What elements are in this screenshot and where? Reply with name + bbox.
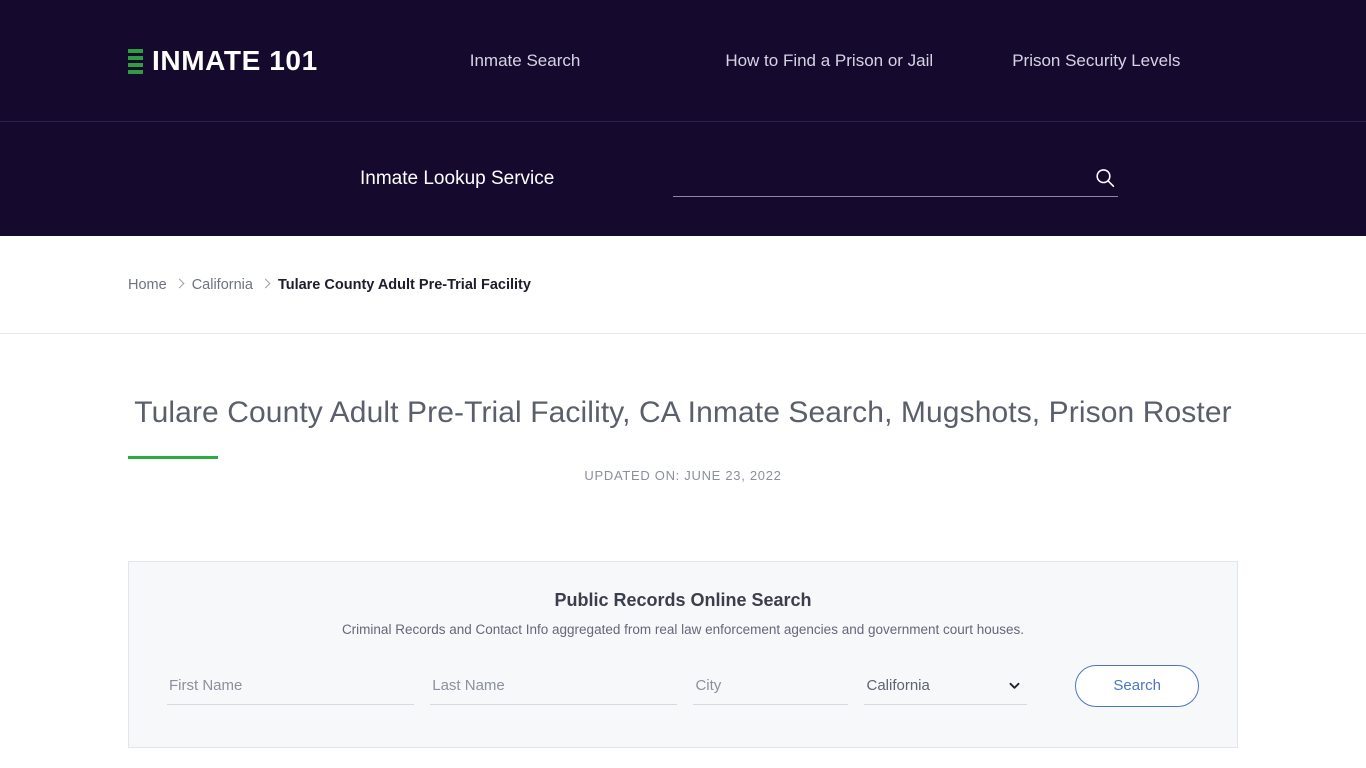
chevron-right-icon [176, 279, 183, 291]
lookup-service-label: Inmate Lookup Service [360, 167, 555, 189]
first-name-input[interactable] [167, 667, 415, 704]
brand-name: INMATE 101 [152, 44, 318, 76]
lookup-search-container [673, 161, 1119, 197]
search-icon[interactable] [1094, 167, 1116, 189]
city-field [693, 667, 849, 705]
top-navigation-bar: INMATE 101 Inmate Search How to Find a P… [0, 0, 1366, 122]
site-header: INMATE 101 Inmate Search How to Find a P… [0, 0, 1366, 236]
card-subtitle: Criminal Records and Contact Info aggreg… [341, 621, 1025, 637]
last-name-input[interactable] [430, 667, 678, 704]
state-select[interactable]: California [864, 667, 1028, 704]
page-title: Tulare County Adult Pre-Trial Facility, … [134, 396, 1232, 429]
updated-date: UPDATED ON: JUNE 23, 2022 [584, 467, 782, 483]
records-search-form: California Search [167, 664, 1199, 707]
city-input[interactable] [693, 667, 849, 704]
breadcrumb: Home California Tulare County Adult Pre-… [0, 236, 1366, 334]
bars-icon [128, 48, 143, 74]
breadcrumb-list: Home California Tulare County Adult Pre-… [128, 277, 531, 293]
inmate-lookup-bar: Inmate Lookup Service [0, 122, 1366, 235]
card-title: Public Records Online Search [554, 589, 812, 610]
state-field: California [864, 667, 1028, 705]
last-name-field [430, 667, 678, 705]
main-content: Tulare County Adult Pre-Trial Facility, … [0, 334, 1366, 748]
nav-item-how-to-find-a-prison-or-jail[interactable]: How to Find a Prison or Jail [725, 51, 933, 71]
primary-nav: Inmate Search How to Find a Prison or Ja… [470, 51, 1181, 71]
breadcrumb-item-california[interactable]: California [192, 277, 253, 293]
site-logo[interactable]: INMATE 101 [128, 45, 318, 77]
breadcrumb-item-home[interactable]: Home [128, 277, 167, 293]
first-name-field [167, 667, 415, 705]
nav-item-inmate-search[interactable]: Inmate Search [470, 51, 581, 71]
lookup-search-input[interactable] [673, 161, 1095, 195]
public-records-search-card: Public Records Online Search Criminal Re… [128, 560, 1238, 748]
chevron-right-icon [262, 279, 269, 291]
search-button[interactable]: Search [1075, 664, 1199, 707]
title-accent-rule [128, 455, 218, 459]
breadcrumb-item-current: Tulare County Adult Pre-Trial Facility [277, 276, 531, 293]
nav-item-prison-security-levels[interactable]: Prison Security Levels [1012, 51, 1180, 71]
